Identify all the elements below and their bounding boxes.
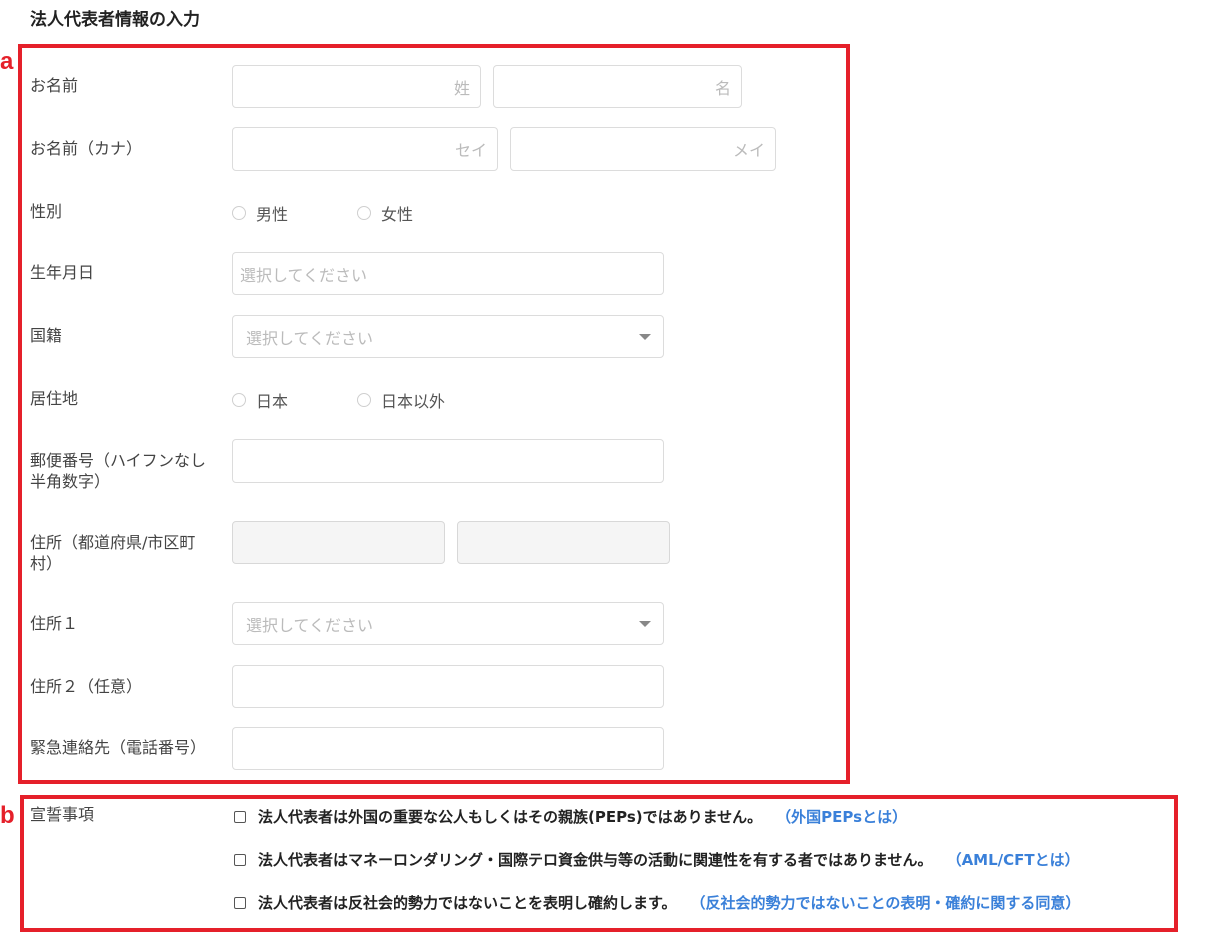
marker-a: a	[0, 48, 14, 75]
last-name-kana-placeholder: セイ	[454, 141, 487, 160]
residence-japan-radio[interactable]: 日本	[232, 388, 288, 412]
radio-circle	[232, 393, 246, 407]
birthdate-input[interactable]: 選択してください	[232, 252, 664, 295]
emergency-phone-input[interactable]	[232, 727, 664, 770]
address-pref-city-label-line2: 村）	[30, 554, 63, 573]
marker-b: b	[0, 802, 15, 829]
declaration-antisocial-link[interactable]: （反社会的勢力ではないことの表明・確約に関する同意）	[691, 892, 1081, 913]
name-label: お名前	[30, 76, 79, 95]
chevron-down-icon	[639, 621, 651, 627]
name-kana-label: お名前（カナ）	[30, 139, 143, 158]
residence-overseas-radio[interactable]: 日本以外	[357, 388, 445, 412]
declaration-antisocial-checkbox[interactable]: 法人代表者は反社会的勢力ではないことを表明し確約します。 （反社会的勢力ではない…	[234, 892, 1080, 913]
city-input	[457, 521, 670, 564]
first-name-placeholder: 名	[714, 78, 731, 98]
address-pref-city-label-line1: 住所（都道府県/市区町	[30, 533, 196, 552]
radio-circle	[357, 206, 371, 220]
checkbox-box[interactable]	[234, 810, 246, 823]
residence-label: 居住地	[30, 389, 79, 408]
radio-circle	[357, 393, 371, 407]
address1-label: 住所１	[30, 614, 79, 633]
first-name-kana-placeholder: メイ	[732, 141, 765, 160]
declarations-label: 宣誓事項	[30, 805, 95, 824]
postal-code-label-line2: 半角数字）	[30, 472, 111, 491]
birthdate-placeholder: 選択してください	[240, 265, 368, 285]
declaration-peps-text: 法人代表者は外国の重要な公人もしくはその親族(PEPs)ではありません。	[258, 808, 763, 826]
nationality-label: 国籍	[30, 326, 63, 345]
gender-male-radio[interactable]: 男性	[232, 201, 288, 225]
emergency-phone-label: 緊急連絡先（電話番号）	[30, 738, 207, 757]
birthdate-label: 生年月日	[30, 263, 95, 282]
address1-select[interactable]: 選択してください	[232, 602, 664, 645]
address-pref-city-label: 住所（都道府県/市区町 村）	[30, 532, 195, 574]
declaration-peps-link[interactable]: （外国PEPsとは）	[776, 806, 907, 827]
declaration-peps-checkbox[interactable]: 法人代表者は外国の重要な公人もしくはその親族(PEPs)ではありません。 （外国…	[234, 806, 907, 827]
last-name-kana-input[interactable]: セイ	[232, 127, 498, 171]
declaration-antisocial-text: 法人代表者は反社会的勢力ではないことを表明し確約します。	[258, 894, 677, 912]
checkbox-box[interactable]	[234, 896, 246, 909]
gender-female-radio[interactable]: 女性	[357, 201, 413, 225]
residence-overseas-label: 日本以外	[381, 392, 446, 411]
nationality-select[interactable]: 選択してください	[232, 315, 664, 358]
chevron-down-icon	[639, 334, 651, 340]
address2-input[interactable]	[232, 665, 664, 708]
checkbox-box[interactable]	[234, 853, 246, 866]
gender-male-label: 男性	[256, 205, 289, 224]
declaration-aml-link[interactable]: （AML/CFTとは）	[947, 849, 1080, 870]
last-name-placeholder: 姓	[453, 78, 470, 98]
address1-placeholder: 選択してください	[246, 615, 374, 635]
prefecture-input	[232, 521, 445, 564]
declaration-aml-text: 法人代表者はマネーロンダリング・国際テロ資金供与等の活動に関連性を有する者ではあ…	[258, 851, 933, 869]
first-name-kana-input[interactable]: メイ	[510, 127, 776, 171]
last-name-input[interactable]: 姓	[232, 65, 481, 108]
postal-code-input[interactable]	[232, 439, 664, 483]
postal-code-label-line1: 郵便番号（ハイフンなし	[30, 451, 207, 470]
gender-female-label: 女性	[381, 205, 414, 224]
residence-japan-label: 日本	[256, 392, 289, 411]
address2-label: 住所２（任意）	[30, 677, 143, 696]
postal-code-label: 郵便番号（ハイフンなし 半角数字）	[30, 450, 206, 492]
nationality-placeholder: 選択してください	[246, 328, 374, 348]
page-title: 法人代表者情報の入力	[30, 10, 200, 30]
declaration-aml-checkbox[interactable]: 法人代表者はマネーロンダリング・国際テロ資金供与等の活動に関連性を有する者ではあ…	[234, 849, 1080, 870]
radio-circle	[232, 206, 246, 220]
first-name-input[interactable]: 名	[493, 65, 742, 108]
gender-label: 性別	[30, 202, 63, 221]
